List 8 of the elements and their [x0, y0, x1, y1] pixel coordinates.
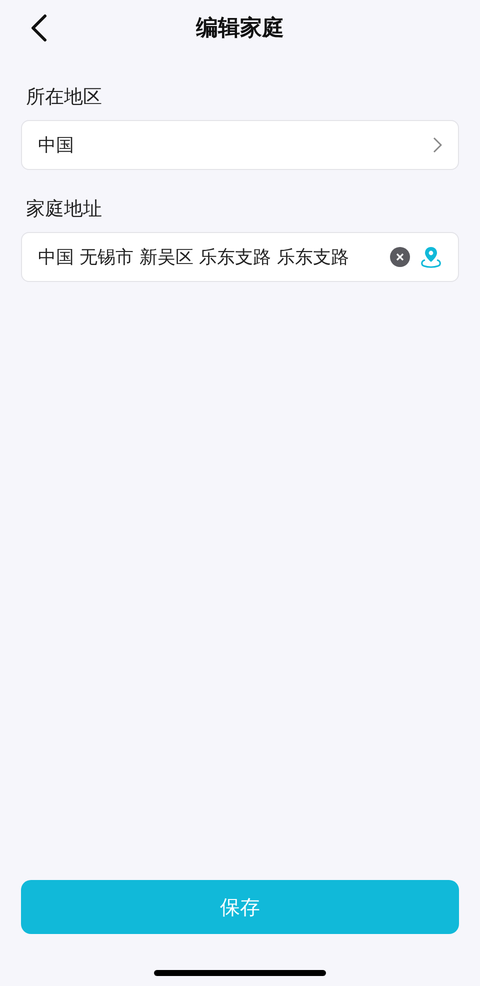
region-selector[interactable]: 中国	[21, 120, 459, 170]
clear-icon[interactable]	[390, 247, 410, 267]
address-field[interactable]: 中国 无锡市 新吴区 乐东支路 乐东支路	[21, 232, 459, 282]
address-input[interactable]: 中国 无锡市 新吴区 乐东支路 乐东支路	[38, 246, 380, 268]
chevron-right-icon	[433, 137, 442, 153]
page-title: 编辑家庭	[196, 14, 284, 43]
field-label: 家庭地址	[26, 197, 103, 222]
field-label: 所在地区	[26, 85, 103, 110]
